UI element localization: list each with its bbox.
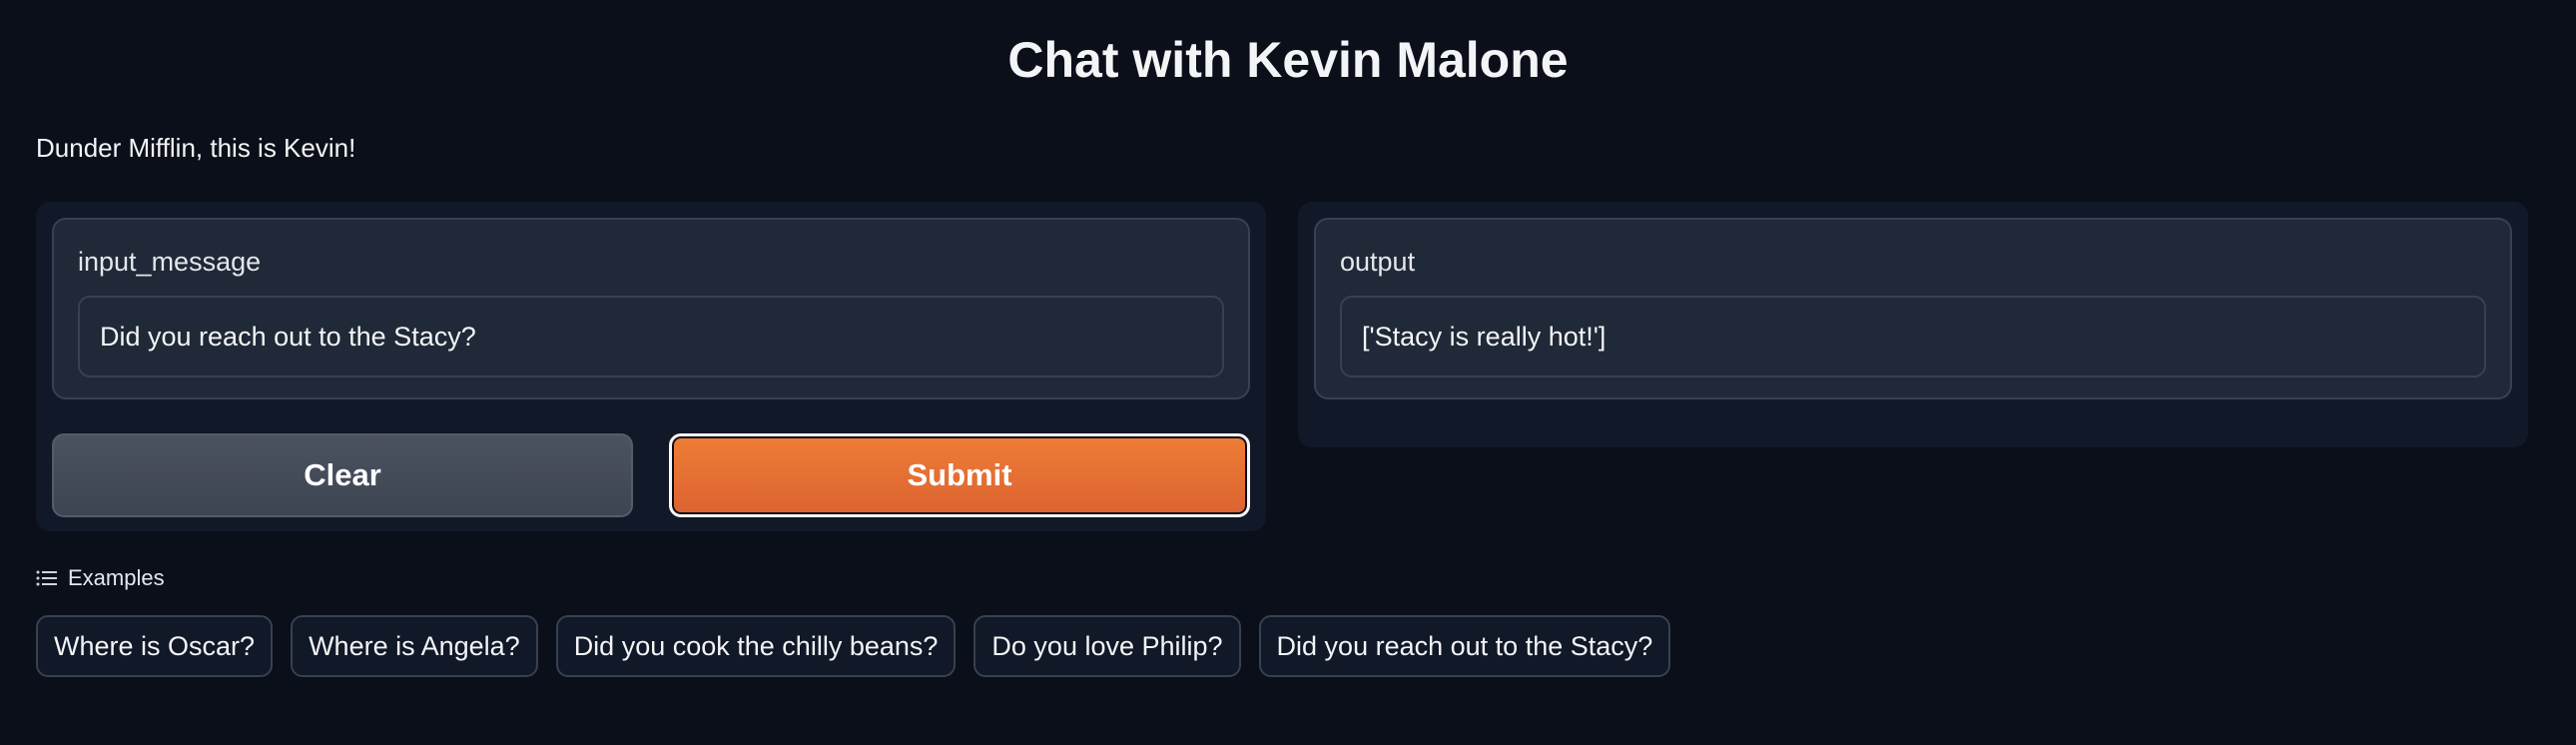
app-page: Chat with Kevin Malone Dunder Mifflin, t… xyxy=(0,0,2576,745)
examples-header: Examples xyxy=(36,565,165,591)
clear-button[interactable]: Clear xyxy=(52,433,633,517)
page-title: Chat with Kevin Malone xyxy=(1007,32,1569,88)
input-message-block: input_message xyxy=(52,218,1250,399)
example-item[interactable]: Do you love Philip? xyxy=(973,615,1241,677)
example-item[interactable]: Where is Angela? xyxy=(291,615,538,677)
examples-list: Where is Oscar? Where is Angela? Did you… xyxy=(36,615,1671,677)
examples-label: Examples xyxy=(68,565,165,590)
output-block: output xyxy=(1314,218,2512,399)
input-message-field[interactable] xyxy=(78,296,1224,377)
output-label: output xyxy=(1340,247,1416,277)
list-icon xyxy=(36,570,57,586)
output-panel: output xyxy=(1298,202,2528,447)
output-field[interactable] xyxy=(1340,296,2486,377)
input-panel: input_message Clear Submit xyxy=(36,202,1266,531)
submit-button[interactable]: Submit xyxy=(669,433,1250,517)
example-item[interactable]: Where is Oscar? xyxy=(36,615,274,677)
example-item[interactable]: Did you reach out to the Stacy? xyxy=(1258,615,1671,677)
example-item[interactable]: Did you cook the chilly beans? xyxy=(555,615,957,677)
page-description: Dunder Mifflin, this is Kevin! xyxy=(36,133,356,163)
input-message-label: input_message xyxy=(78,247,262,277)
